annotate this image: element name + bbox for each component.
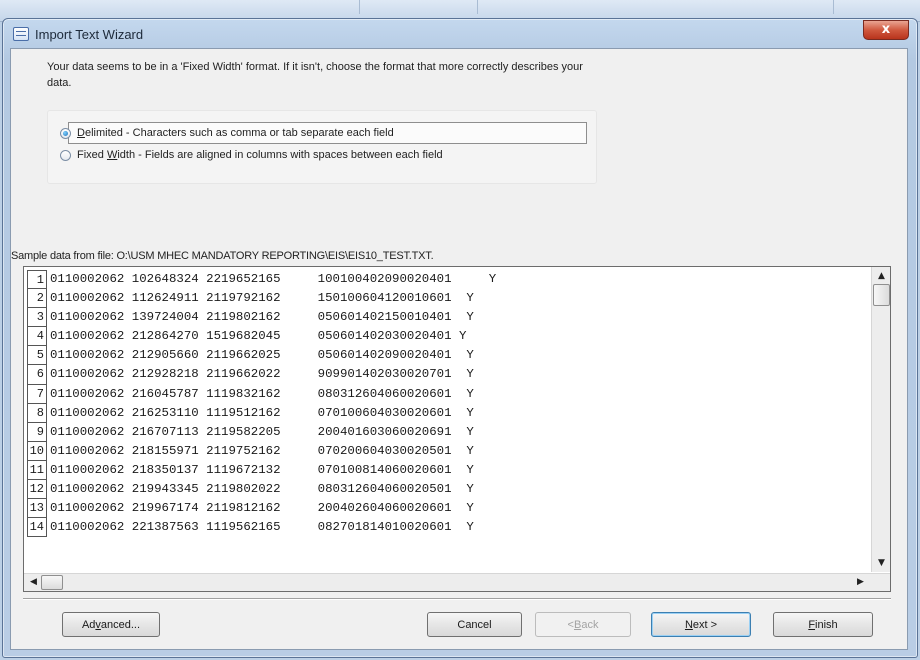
- row-text: 0110002062 221387563 1119562165 08270181…: [50, 520, 474, 535]
- table-row: 9 0110002062 216707113 2119582205 2004016…: [27, 422, 867, 442]
- row-number: 14: [27, 518, 47, 538]
- fixed-width-option-label: Fixed Width - Fields are aligned in colu…: [77, 149, 443, 161]
- row-number: 1: [27, 270, 47, 290]
- scroll-up-icon[interactable]: ▲: [873, 268, 890, 284]
- dialog-app-icon: [13, 27, 29, 41]
- row-text: 0110002062 216707113 2119582205 20040160…: [50, 424, 474, 439]
- fixed-width-radio[interactable]: [60, 149, 71, 161]
- delimited-option[interactable]: Delimited - Characters such as comma or …: [60, 124, 394, 142]
- row-text: 0110002062 139724004 2119802162 05060140…: [50, 310, 474, 325]
- row-text: 0110002062 218155971 2119752162 07020060…: [50, 443, 474, 458]
- row-number: 3: [27, 308, 47, 328]
- table-row: 3 0110002062 139724004 2119802162 0506014…: [27, 308, 867, 328]
- vertical-scrollbar[interactable]: ▲ ▼: [871, 267, 890, 572]
- table-row: 12 0110002062 219943345 2119802022 080312…: [27, 480, 867, 500]
- background-toolbar-segment: [478, 0, 834, 14]
- row-text: 0110002062 212905660 2119662025 05060140…: [50, 348, 474, 363]
- finish-label-key: F: [808, 618, 816, 631]
- background-toolbar-segment: [0, 0, 360, 14]
- next-button[interactable]: Next >: [651, 612, 751, 637]
- cancel-label: Cancel: [457, 618, 492, 631]
- next-label-rest: ext >: [692, 618, 718, 631]
- row-text: 0110002062 212864270 1519682045 05060140…: [50, 329, 467, 344]
- back-label-rest: ack: [581, 618, 599, 631]
- scroll-left-icon[interactable]: ◀: [25, 575, 42, 590]
- table-row: 14 0110002062 221387563 1119562165 082701…: [27, 518, 867, 538]
- sample-data-preview[interactable]: 1 0110002062 102648324 2219652165 1001004…: [23, 266, 891, 592]
- row-number: 9: [27, 422, 47, 442]
- advanced-label-pre: Ad: [81, 618, 96, 631]
- row-number: 6: [27, 365, 47, 385]
- scroll-down-icon[interactable]: ▼: [873, 555, 890, 571]
- sample-rows: 1 0110002062 102648324 2219652165 1001004…: [27, 270, 867, 570]
- intro-description: Your data seems to be in a 'Fixed Width'…: [47, 61, 583, 89]
- table-row: 6 0110002062 212928218 2119662022 9099014…: [27, 365, 867, 385]
- row-number: 8: [27, 403, 47, 423]
- row-text: 0110002062 212928218 2119662022 90990140…: [50, 367, 474, 382]
- delimited-radio[interactable]: [60, 127, 71, 139]
- button-separator: [23, 598, 891, 600]
- table-row: 5 0110002062 212905660 2119662025 0506014…: [27, 346, 867, 366]
- horizontal-scroll-thumb[interactable]: [41, 575, 63, 590]
- table-row: 4 0110002062 212864270 1519682045 0506014…: [27, 327, 867, 347]
- row-number: 2: [27, 289, 47, 309]
- row-text: 0110002062 216045787 1119832162 08031260…: [50, 386, 474, 401]
- row-text: 0110002062 112624911 2119792162 15010060…: [50, 291, 474, 306]
- fixed-width-option[interactable]: Fixed Width - Fields are aligned in colu…: [60, 146, 443, 164]
- row-text: 0110002062 218350137 1119672132 07010081…: [50, 462, 474, 477]
- table-row: 2 0110002062 112624911 2119792162 1501006…: [27, 289, 867, 309]
- finish-label-rest: inish: [815, 618, 838, 631]
- close-icon: x: [881, 22, 891, 37]
- row-number: 4: [27, 327, 47, 347]
- row-number: 10: [27, 441, 47, 461]
- next-label-key: N: [684, 618, 693, 631]
- dialog-title: Import Text Wizard: [35, 27, 144, 42]
- row-number: 7: [27, 384, 47, 404]
- row-number: 13: [27, 499, 47, 519]
- delimited-option-label: Delimited - Characters such as comma or …: [77, 127, 394, 139]
- advanced-label-rest: anced...: [100, 618, 141, 631]
- row-text: 0110002062 219967174 2119812162 20040260…: [50, 501, 474, 516]
- format-option-group: Delimited - Characters such as comma or …: [47, 110, 597, 184]
- table-row: 8 0110002062 216253110 1119512162 0701006…: [27, 403, 867, 423]
- scroll-right-icon[interactable]: ▶: [852, 575, 869, 590]
- row-text: 0110002062 219943345 2119802022 08031260…: [50, 482, 474, 497]
- title-bar[interactable]: Import Text Wizard x: [3, 19, 917, 49]
- finish-button[interactable]: Finish: [773, 612, 873, 637]
- advanced-button[interactable]: Ad v anced...: [62, 612, 160, 637]
- table-row: 7 0110002062 216045787 1119832162 0803126…: [27, 384, 867, 404]
- table-row: 10 0110002062 218155971 2119752162 070200…: [27, 441, 867, 461]
- row-text: 0110002062 102648324 2219652165 10010040…: [50, 272, 497, 286]
- cancel-button[interactable]: Cancel: [427, 612, 522, 637]
- table-row: 1 0110002062 102648324 2219652165 1001004…: [27, 270, 867, 290]
- table-row: 11 0110002062 218350137 1119672132 070100…: [27, 460, 867, 481]
- background-toolbar-segment: [360, 0, 478, 14]
- row-number: 5: [27, 346, 47, 366]
- row-number: 12: [27, 480, 47, 500]
- back-button[interactable]: < Back: [535, 612, 631, 637]
- vertical-scroll-thumb[interactable]: [873, 284, 890, 306]
- table-row: 13 0110002062 219967174 2119812162 200402…: [27, 499, 867, 519]
- back-label-key: B: [573, 618, 582, 631]
- horizontal-scrollbar[interactable]: ◀ ▶: [24, 573, 890, 591]
- row-text: 0110002062 216253110 1119512162 07010060…: [50, 405, 474, 420]
- sample-data-label: Sample data from file: O:\USM MHEC MANDA…: [11, 250, 434, 262]
- close-button[interactable]: x: [863, 20, 909, 40]
- row-number: 11: [27, 460, 47, 481]
